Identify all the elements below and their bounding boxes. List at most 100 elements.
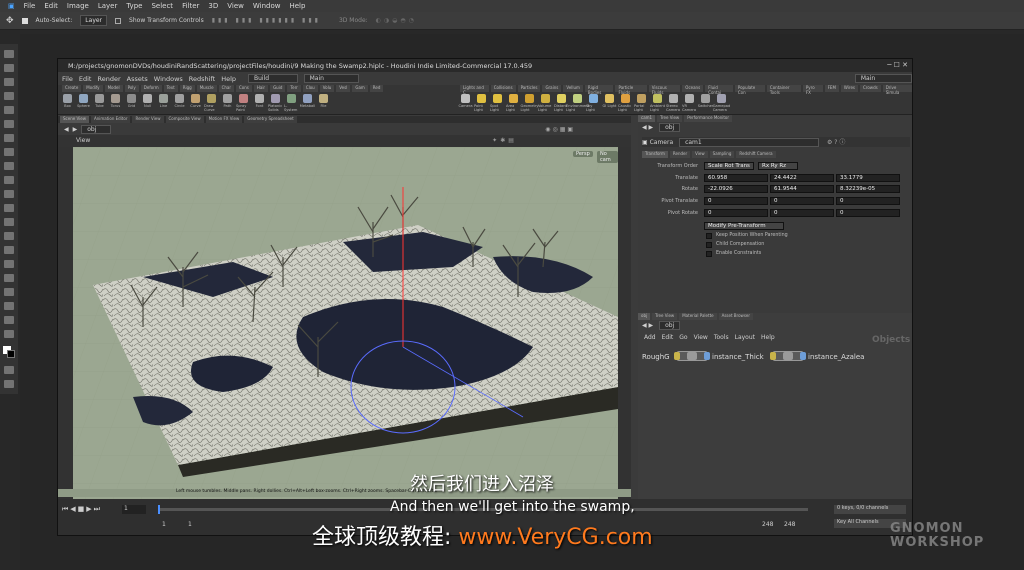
shelf-tab-left-14[interactable]: Volu: [319, 85, 335, 92]
tab-geometry-spreadsheet[interactable]: Geometry Spreadsheet: [244, 116, 297, 123]
shelf-tab-right-9[interactable]: Fluid Contai: [705, 85, 733, 95]
shelf-tool-button[interactable]: Portal Light: [634, 94, 649, 114]
shelf-tool-button[interactable]: Metaball: [300, 94, 315, 114]
shelf-tab-right-15[interactable]: Crowds: [860, 85, 881, 92]
tab-performance-monitor[interactable]: Performance Monitor: [684, 115, 733, 122]
shelf-tool-button[interactable]: Null: [140, 94, 155, 114]
shelf-tab-left-16[interactable]: Gam: [352, 85, 368, 92]
h-menu-help[interactable]: Help: [221, 75, 236, 83]
net-menu-help[interactable]: Help: [761, 334, 775, 341]
dodge-tool-icon[interactable]: [4, 232, 14, 240]
tab-scene-view[interactable]: Scene View: [60, 116, 89, 123]
more-tools-icon[interactable]: [4, 330, 14, 338]
tab-obj[interactable]: obj: [638, 313, 651, 320]
node-name-field[interactable]: cam1: [679, 138, 820, 147]
back-arrow-icon[interactable]: ◀: [64, 126, 69, 133]
shelf-tool-button[interactable]: Gamepad Camera: [713, 94, 730, 114]
current-frame-field[interactable]: 1: [122, 505, 146, 514]
shelf-tool-button[interactable]: Draw Curve: [204, 94, 219, 114]
ps-menu-layer[interactable]: Layer: [98, 2, 118, 10]
3d-mode-icons[interactable]: ◐◑◒◓◔: [376, 17, 417, 24]
eyedropper-icon[interactable]: [4, 120, 14, 128]
node-instance-azalea[interactable]: [770, 351, 806, 361]
quick-mask-icon[interactable]: [4, 366, 14, 374]
shelf-tab-left-10[interactable]: Hair: [253, 85, 269, 92]
zoom-tool-icon[interactable]: [4, 316, 14, 324]
scene-viewport[interactable]: Persp No cam: [73, 147, 618, 503]
layer-dropdown[interactable]: Layer: [80, 15, 108, 26]
translate-z-field[interactable]: 33.1779: [836, 174, 900, 182]
shelf-tool-button[interactable]: Torus: [108, 94, 123, 114]
align-icons[interactable]: ▮▮▮ ▮▮▮ ▮▮▮▮▮▮ ▮▮▮: [212, 17, 321, 24]
keep-position-checkbox[interactable]: [706, 233, 712, 239]
shelf-tab-left-1[interactable]: Modify: [83, 85, 103, 92]
shelf-tool-button[interactable]: Platonic Solids: [268, 94, 283, 114]
ps-menu-help[interactable]: Help: [289, 2, 305, 10]
shelf-tool-button[interactable]: Line: [156, 94, 171, 114]
playback-controls[interactable]: ⏮◀■▶⏭: [62, 505, 102, 514]
shelf-tab-left-5[interactable]: Text: [163, 85, 178, 92]
shelf-tool-button[interactable]: Geometry Light: [521, 94, 538, 114]
enable-constraints-checkbox[interactable]: [706, 251, 712, 257]
blur-tool-icon[interactable]: [4, 218, 14, 226]
param-path-field[interactable]: obj: [659, 123, 681, 132]
shelf-tab-left-13[interactable]: Clou: [302, 85, 318, 92]
shelf-tab-left-12[interactable]: Terr: [287, 85, 301, 92]
shelf-tab-right-1[interactable]: Collisions: [490, 85, 516, 92]
net-menu-edit[interactable]: Edit: [662, 334, 674, 341]
tab-tree-view[interactable]: Tree View: [657, 115, 683, 122]
marquee-tool-icon[interactable]: [4, 64, 14, 72]
shelf-tab-left-3[interactable]: Poly: [124, 85, 139, 92]
shelf-tab-right-2[interactable]: Particles: [517, 85, 541, 92]
window-controls[interactable]: ─ ☐ ✕: [887, 61, 908, 69]
shelf-tool-button[interactable]: GI Light: [602, 94, 617, 114]
background-color-swatch[interactable]: [7, 350, 15, 358]
desktop-dropdown[interactable]: Build: [248, 74, 298, 83]
param-header-icons[interactable]: ⚙ ? ⓘ: [827, 139, 845, 146]
pivot-translate-y-field[interactable]: 0: [770, 197, 834, 205]
transform-order-dropdown[interactable]: Scale Rot Trans: [704, 162, 754, 170]
shelf-tool-button[interactable]: Environment Light: [566, 94, 589, 114]
forward-arrow-icon[interactable]: ▶: [73, 126, 78, 133]
path-field[interactable]: obj: [81, 124, 112, 134]
playhead[interactable]: [158, 505, 160, 514]
shelf-tool-button[interactable]: Spray Paint: [236, 94, 251, 114]
shelf-tab-left-8[interactable]: Char: [218, 85, 234, 92]
eraser-tool-icon[interactable]: [4, 190, 14, 198]
shelf-tool-button[interactable]: Circle: [172, 94, 187, 114]
hand-tool-icon[interactable]: [4, 302, 14, 310]
tab-composite-view[interactable]: Composite View: [165, 116, 204, 123]
tab-asset-browser[interactable]: Asset Browser: [718, 313, 754, 320]
net-menu-layout[interactable]: Layout: [735, 334, 755, 341]
h-menu-edit[interactable]: Edit: [79, 75, 92, 83]
shelf-tab-left-6[interactable]: Rigg: [179, 85, 195, 92]
ps-menu-filter[interactable]: Filter: [182, 2, 199, 10]
shelf-tab-right-3[interactable]: Grains: [542, 85, 562, 92]
tab-transform[interactable]: Transform: [642, 151, 668, 158]
pivot-rotate-y-field[interactable]: 0: [770, 209, 834, 217]
main-dropdown[interactable]: Main: [303, 74, 359, 83]
move-tool-icon[interactable]: [4, 50, 14, 58]
shelf-tab-right-12[interactable]: Pyro FX: [802, 85, 823, 95]
tab-cam1[interactable]: cam1: [638, 115, 656, 122]
camera-menu[interactable]: No cam: [597, 151, 618, 163]
shelf-tool-button[interactable]: Font: [252, 94, 267, 114]
net-menu-view[interactable]: View: [694, 334, 708, 341]
shelf-tab-left-9[interactable]: Cons: [236, 85, 252, 92]
rotate-x-field[interactable]: -22.0926: [704, 185, 768, 193]
right-main-dropdown[interactable]: Main: [854, 74, 912, 83]
shelf-tool-button[interactable]: L-System: [284, 94, 299, 114]
h-menu-assets[interactable]: Assets: [127, 75, 148, 83]
healing-brush-icon[interactable]: [4, 134, 14, 142]
node-instance-thick[interactable]: [674, 351, 710, 361]
persp-menu[interactable]: Persp: [573, 151, 593, 157]
lasso-tool-icon[interactable]: [4, 78, 14, 86]
shelf-tab-right-0[interactable]: Lights and C: [460, 85, 489, 95]
shelf-tool-button[interactable]: Point Light: [474, 94, 489, 114]
back-arrow-icon[interactable]: ◀ ▶: [642, 322, 653, 329]
ps-logo-icon[interactable]: ▣: [8, 2, 15, 10]
shelf-tab-left-15[interactable]: Vesl: [336, 85, 351, 92]
shelf-tool-button[interactable]: Camera: [458, 94, 473, 114]
shelf-tool-button[interactable]: Box: [60, 94, 75, 114]
shelf-tab-right-8[interactable]: Oceans: [682, 85, 704, 92]
